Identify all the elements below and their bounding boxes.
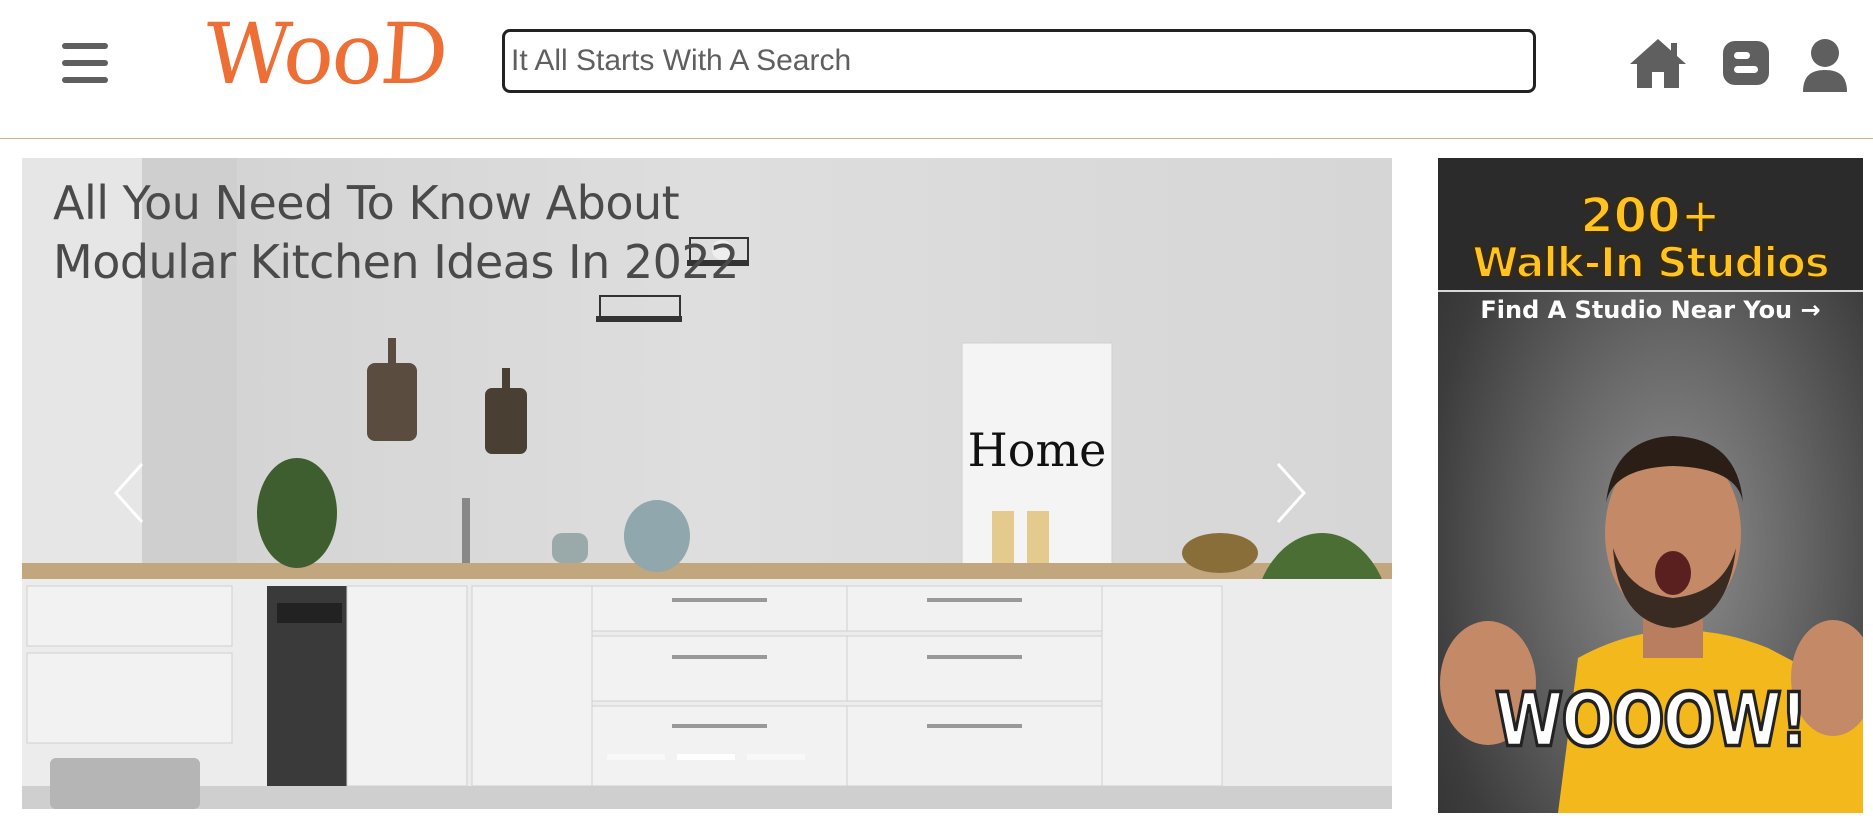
arrow-right-icon: → — [1800, 296, 1821, 324]
ad-headline-text: Walk-In Studios — [1471, 238, 1831, 287]
home-icon[interactable] — [1628, 36, 1688, 90]
carousel-dot[interactable] — [607, 754, 665, 760]
site-logo[interactable]: WooD — [202, 5, 450, 103]
hero-carousel[interactable]: Home All You Need To Know About Modular … — [22, 158, 1392, 809]
search-bar[interactable] — [502, 29, 1536, 93]
ad-headline-number: 200+ — [1579, 188, 1721, 244]
poster-text: Home — [968, 423, 1107, 477]
ad-banner[interactable]: 200+ Walk-In Studios Find A Studio Near … — [1438, 158, 1863, 813]
hero-title-line1: All You Need To Know About — [53, 176, 680, 230]
blogger-icon[interactable] — [1722, 40, 1770, 86]
chevron-right-icon[interactable] — [1270, 458, 1310, 528]
carousel-dot[interactable] — [747, 754, 805, 760]
hero-title-line2: Modular Kitchen Ideas In 2022 — [53, 235, 739, 289]
search-input[interactable] — [511, 32, 1521, 90]
site-header: WooD — [0, 0, 1873, 139]
ad-cta[interactable]: Find A Studio Near You → — [1438, 296, 1863, 324]
hero-title[interactable]: All You Need To Know About Modular Kitch… — [53, 174, 953, 292]
menu-icon[interactable] — [62, 43, 108, 83]
user-icon[interactable] — [1801, 38, 1849, 92]
ad-divider — [1438, 290, 1863, 292]
carousel-dot[interactable] — [677, 754, 735, 760]
ad-cta-label: Find A Studio Near You — [1480, 296, 1793, 324]
ad-tagline: WOOOW! — [1493, 674, 1809, 765]
chevron-left-icon[interactable] — [110, 458, 150, 528]
